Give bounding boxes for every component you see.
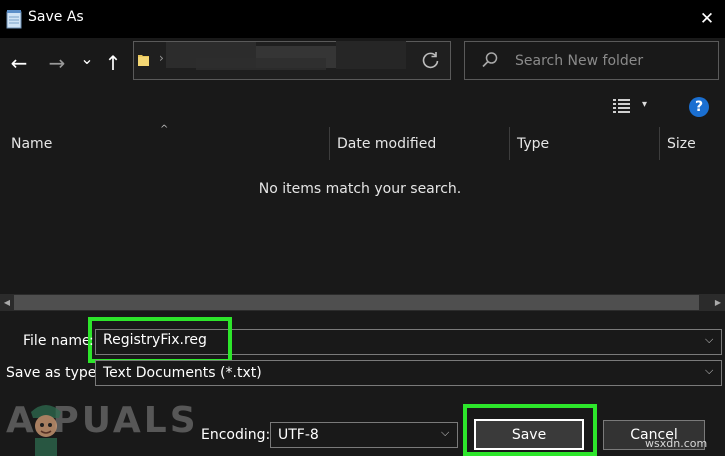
address-path-blurred [196,58,326,70]
watermark-text: wsxdn.com [645,437,708,450]
help-icon[interactable]: ? [689,97,709,117]
sort-indicator: ^ [160,124,169,135]
save-as-type-label: Save as type: [6,365,102,381]
back-arrow-icon[interactable]: ← [6,50,32,76]
refresh-icon[interactable] [421,50,441,70]
chevron-down-icon[interactable]: ⌵ [705,364,713,378]
address-path-blurred [336,41,406,69]
save-as-type-select[interactable]: Text Documents (*.txt) [95,360,722,386]
address-separator: › [159,51,164,65]
column-header-type[interactable]: Type [517,136,549,152]
scroll-left-arrow-icon[interactable]: ◀ [0,294,14,311]
encoding-value: UTF-8 [278,427,319,443]
file-name-label-colon: : [89,333,94,349]
column-header-size[interactable]: Size [667,136,696,152]
notepad-icon [6,10,22,29]
scroll-right-arrow-icon[interactable]: ▶ [711,294,725,311]
up-arrow-icon[interactable]: ↑ [102,50,124,76]
column-header-name[interactable]: Name [11,136,52,152]
title-bar [0,0,725,38]
appuals-mascot-icon [31,405,61,456]
chevron-down-icon[interactable]: ⌵ [705,333,713,347]
empty-results-message: No items match your search. [258,181,462,197]
search-icon [482,52,498,68]
folder-icon [138,55,149,66]
scrollbar-thumb[interactable] [14,295,699,310]
column-divider[interactable] [509,127,510,160]
view-options-dropdown[interactable]: ▾ [642,99,647,110]
column-header-date-modified[interactable]: Date modified [337,136,436,152]
forward-arrow-icon[interactable]: → [44,50,70,76]
chevron-down-icon[interactable]: ⌵ [441,426,449,440]
column-divider[interactable] [659,127,660,160]
search-input[interactable]: Search New folder [515,53,643,69]
file-name-input[interactable]: RegistryFix.reg [103,332,207,348]
file-name-label: File name [23,333,91,349]
window-title: Save As [28,9,84,25]
save-button[interactable]: Save [474,419,584,450]
column-divider[interactable] [329,127,330,160]
recent-locations-chevron-icon[interactable]: ⌄ [78,46,96,72]
encoding-select[interactable]: UTF-8 [270,422,458,448]
view-options-icon[interactable] [612,97,632,115]
encoding-label: Encoding: [201,427,271,443]
save-as-type-value: Text Documents (*.txt) [103,365,262,381]
close-icon[interactable]: ✕ [692,4,722,34]
